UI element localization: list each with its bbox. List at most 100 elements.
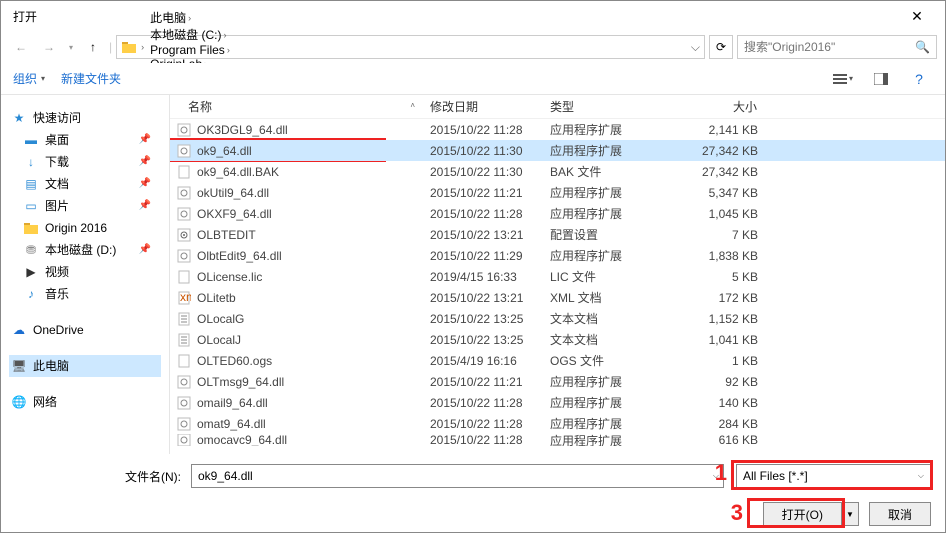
column-name[interactable]: 名称˄ (170, 95, 424, 118)
file-type: 应用程序扩展 (544, 371, 664, 392)
sidebar-item-label: 音乐 (45, 285, 69, 303)
file-row[interactable]: OK3DGL9_64.dll2015/10/22 11:28应用程序扩展2,14… (170, 119, 945, 140)
pin-icon: 📌 (139, 197, 151, 215)
sidebar-network[interactable]: 🌐 网络 (9, 391, 161, 413)
column-type[interactable]: 类型 (544, 95, 664, 118)
folder-icon (23, 220, 39, 236)
file-type: 应用程序扩展 (544, 392, 664, 413)
breadcrumb-segment[interactable]: Program Files› (148, 43, 232, 57)
filename-combo[interactable]: ⌵ (191, 464, 724, 488)
column-size[interactable]: 大小 (664, 95, 764, 118)
refresh-button[interactable]: ⟳ (709, 35, 733, 59)
picture-icon: ▭ (23, 198, 39, 214)
file-row[interactable]: OLocalJ2015/10/22 13:25文本文档1,041 KB (170, 329, 945, 350)
chevron-down-icon[interactable]: ⌵ (918, 471, 924, 481)
file-row[interactable]: OLBTEDIT2015/10/22 13:21配置设置7 KB (170, 224, 945, 245)
file-size: 5 KB (664, 266, 764, 287)
file-icon (176, 311, 192, 327)
nav-back-button[interactable]: ← (9, 35, 33, 59)
file-icon (176, 395, 192, 411)
sidebar-item[interactable]: ▬桌面📌 (9, 129, 161, 151)
sidebar-onedrive[interactable]: ☁ OneDrive (9, 319, 161, 341)
open-dropdown-button[interactable]: ▼ (841, 502, 859, 526)
file-size: 284 KB (664, 413, 764, 434)
cancel-button[interactable]: 取消 (869, 502, 931, 526)
breadcrumb-segment[interactable]: 此电脑› (148, 9, 232, 26)
file-row[interactable]: omat9_64.dll2015/10/22 11:28应用程序扩展284 KB (170, 413, 945, 434)
file-size: 172 KB (664, 287, 764, 308)
file-icon: xml (176, 290, 192, 306)
help-button[interactable]: ? (905, 69, 933, 89)
file-row[interactable]: OKXF9_64.dll2015/10/22 11:28应用程序扩展1,045 … (170, 203, 945, 224)
sidebar-item[interactable]: ▶视频 (9, 261, 161, 283)
file-date: 2015/10/22 11:28 (424, 119, 544, 140)
sidebar-item-label: 桌面 (45, 131, 69, 149)
organize-button[interactable]: 组织▾ (13, 70, 45, 87)
file-row[interactable]: OLTmsg9_64.dll2015/10/22 11:21应用程序扩展92 K… (170, 371, 945, 392)
file-date: 2015/4/19 16:16 (424, 350, 544, 371)
file-type: 应用程序扩展 (544, 413, 664, 434)
file-type-filter[interactable]: All Files [*.*] ⌵ (736, 464, 931, 488)
chevron-down-icon[interactable]: ⌵ (713, 471, 719, 481)
close-button[interactable]: ✕ (897, 1, 937, 31)
pin-icon: 📌 (139, 131, 151, 149)
file-icon (176, 143, 192, 159)
file-size: 27,342 KB (664, 161, 764, 182)
filename-input[interactable] (198, 469, 717, 483)
file-icon (176, 353, 192, 369)
sidebar-quick-access[interactable]: ★ 快速访问 (9, 107, 161, 129)
file-size: 1,152 KB (664, 308, 764, 329)
file-row[interactable]: OLTED60.ogs2015/4/19 16:16OGS 文件1 KB (170, 350, 945, 371)
breadcrumb-segment[interactable]: 本地磁盘 (C:)› (148, 26, 232, 43)
preview-pane-button[interactable] (867, 69, 895, 89)
nav-forward-button[interactable]: → (37, 35, 61, 59)
nav-separator: | (109, 40, 112, 54)
sidebar-item-label: 图片 (45, 197, 69, 215)
download-icon: ↓ (23, 154, 39, 170)
file-row[interactable]: OLocalG2015/10/22 13:25文本文档1,152 KB (170, 308, 945, 329)
file-type: 应用程序扩展 (544, 434, 664, 446)
file-type: BAK 文件 (544, 161, 664, 182)
nav-history-dropdown[interactable]: ▾ (65, 43, 77, 52)
file-row[interactable]: ok9_64.dll.BAK2015/10/22 11:30BAK 文件27,3… (170, 161, 945, 182)
file-type: OGS 文件 (544, 350, 664, 371)
filename-label: 文件名(N): (15, 468, 185, 485)
sidebar-item-label: Origin 2016 (45, 219, 107, 237)
sidebar-item[interactable]: ▭ 图片 📌 (9, 195, 161, 217)
file-icon (176, 269, 192, 285)
sidebar-item[interactable]: Origin 2016 (9, 217, 161, 239)
search-input[interactable] (744, 40, 915, 54)
search-box[interactable]: 🔍 (737, 35, 937, 59)
file-name: ok9_64.dll (197, 144, 252, 158)
view-mode-button[interactable]: ▾ (829, 69, 857, 89)
sidebar-item[interactable]: ♪音乐 (9, 283, 161, 305)
new-folder-button[interactable]: 新建文件夹 (61, 70, 121, 87)
column-date[interactable]: 修改日期 (424, 95, 544, 118)
sidebar-item[interactable]: ⛃本地磁盘 (D:)📌 (9, 239, 161, 261)
file-name: OLocalG (197, 312, 244, 326)
sidebar-item[interactable]: ▤文档📌 (9, 173, 161, 195)
sort-indicator-icon: ˄ (410, 101, 415, 110)
address-bar[interactable]: › 此电脑›本地磁盘 (C:)›Program Files›OriginLab›… (116, 35, 705, 59)
file-row[interactable]: 📌ok9_64.dll2015/10/22 11:30应用程序扩展27,342 … (170, 140, 945, 161)
file-date: 2015/10/22 13:25 (424, 308, 544, 329)
open-button[interactable]: 打开(O) (763, 502, 841, 526)
nav-up-button[interactable]: ↑ (81, 35, 105, 59)
sidebar-this-pc[interactable]: 🖥 此电脑 (9, 355, 161, 377)
sidebar-item[interactable]: ↓下载📌 (9, 151, 161, 173)
file-row[interactable]: okUtil9_64.dll2015/10/22 11:21应用程序扩展5,34… (170, 182, 945, 203)
file-row[interactable]: xmlOLitetb2015/10/22 13:21XML 文档172 KB (170, 287, 945, 308)
file-name: omocavc9_64.dll (197, 434, 287, 446)
search-icon: 🔍 (915, 40, 930, 54)
address-dropdown[interactable]: ⌵ (691, 40, 700, 55)
file-row[interactable]: omail9_64.dll2015/10/22 11:28应用程序扩展140 K… (170, 392, 945, 413)
file-size: 1,838 KB (664, 245, 764, 266)
file-row[interactable]: OlbtEdit9_64.dll2015/10/22 11:29应用程序扩展1,… (170, 245, 945, 266)
file-name: okUtil9_64.dll (197, 186, 269, 200)
file-row[interactable]: omocavc9_64.dll2015/10/22 11:28应用程序扩展616… (170, 434, 945, 446)
window-title: 打开 (9, 8, 897, 25)
file-size: 5,347 KB (664, 182, 764, 203)
pin-icon: 📌 (139, 241, 151, 259)
file-row[interactable]: OLicense.lic2019/4/15 16:33LIC 文件5 KB (170, 266, 945, 287)
file-name: OLTED60.ogs (197, 354, 272, 368)
